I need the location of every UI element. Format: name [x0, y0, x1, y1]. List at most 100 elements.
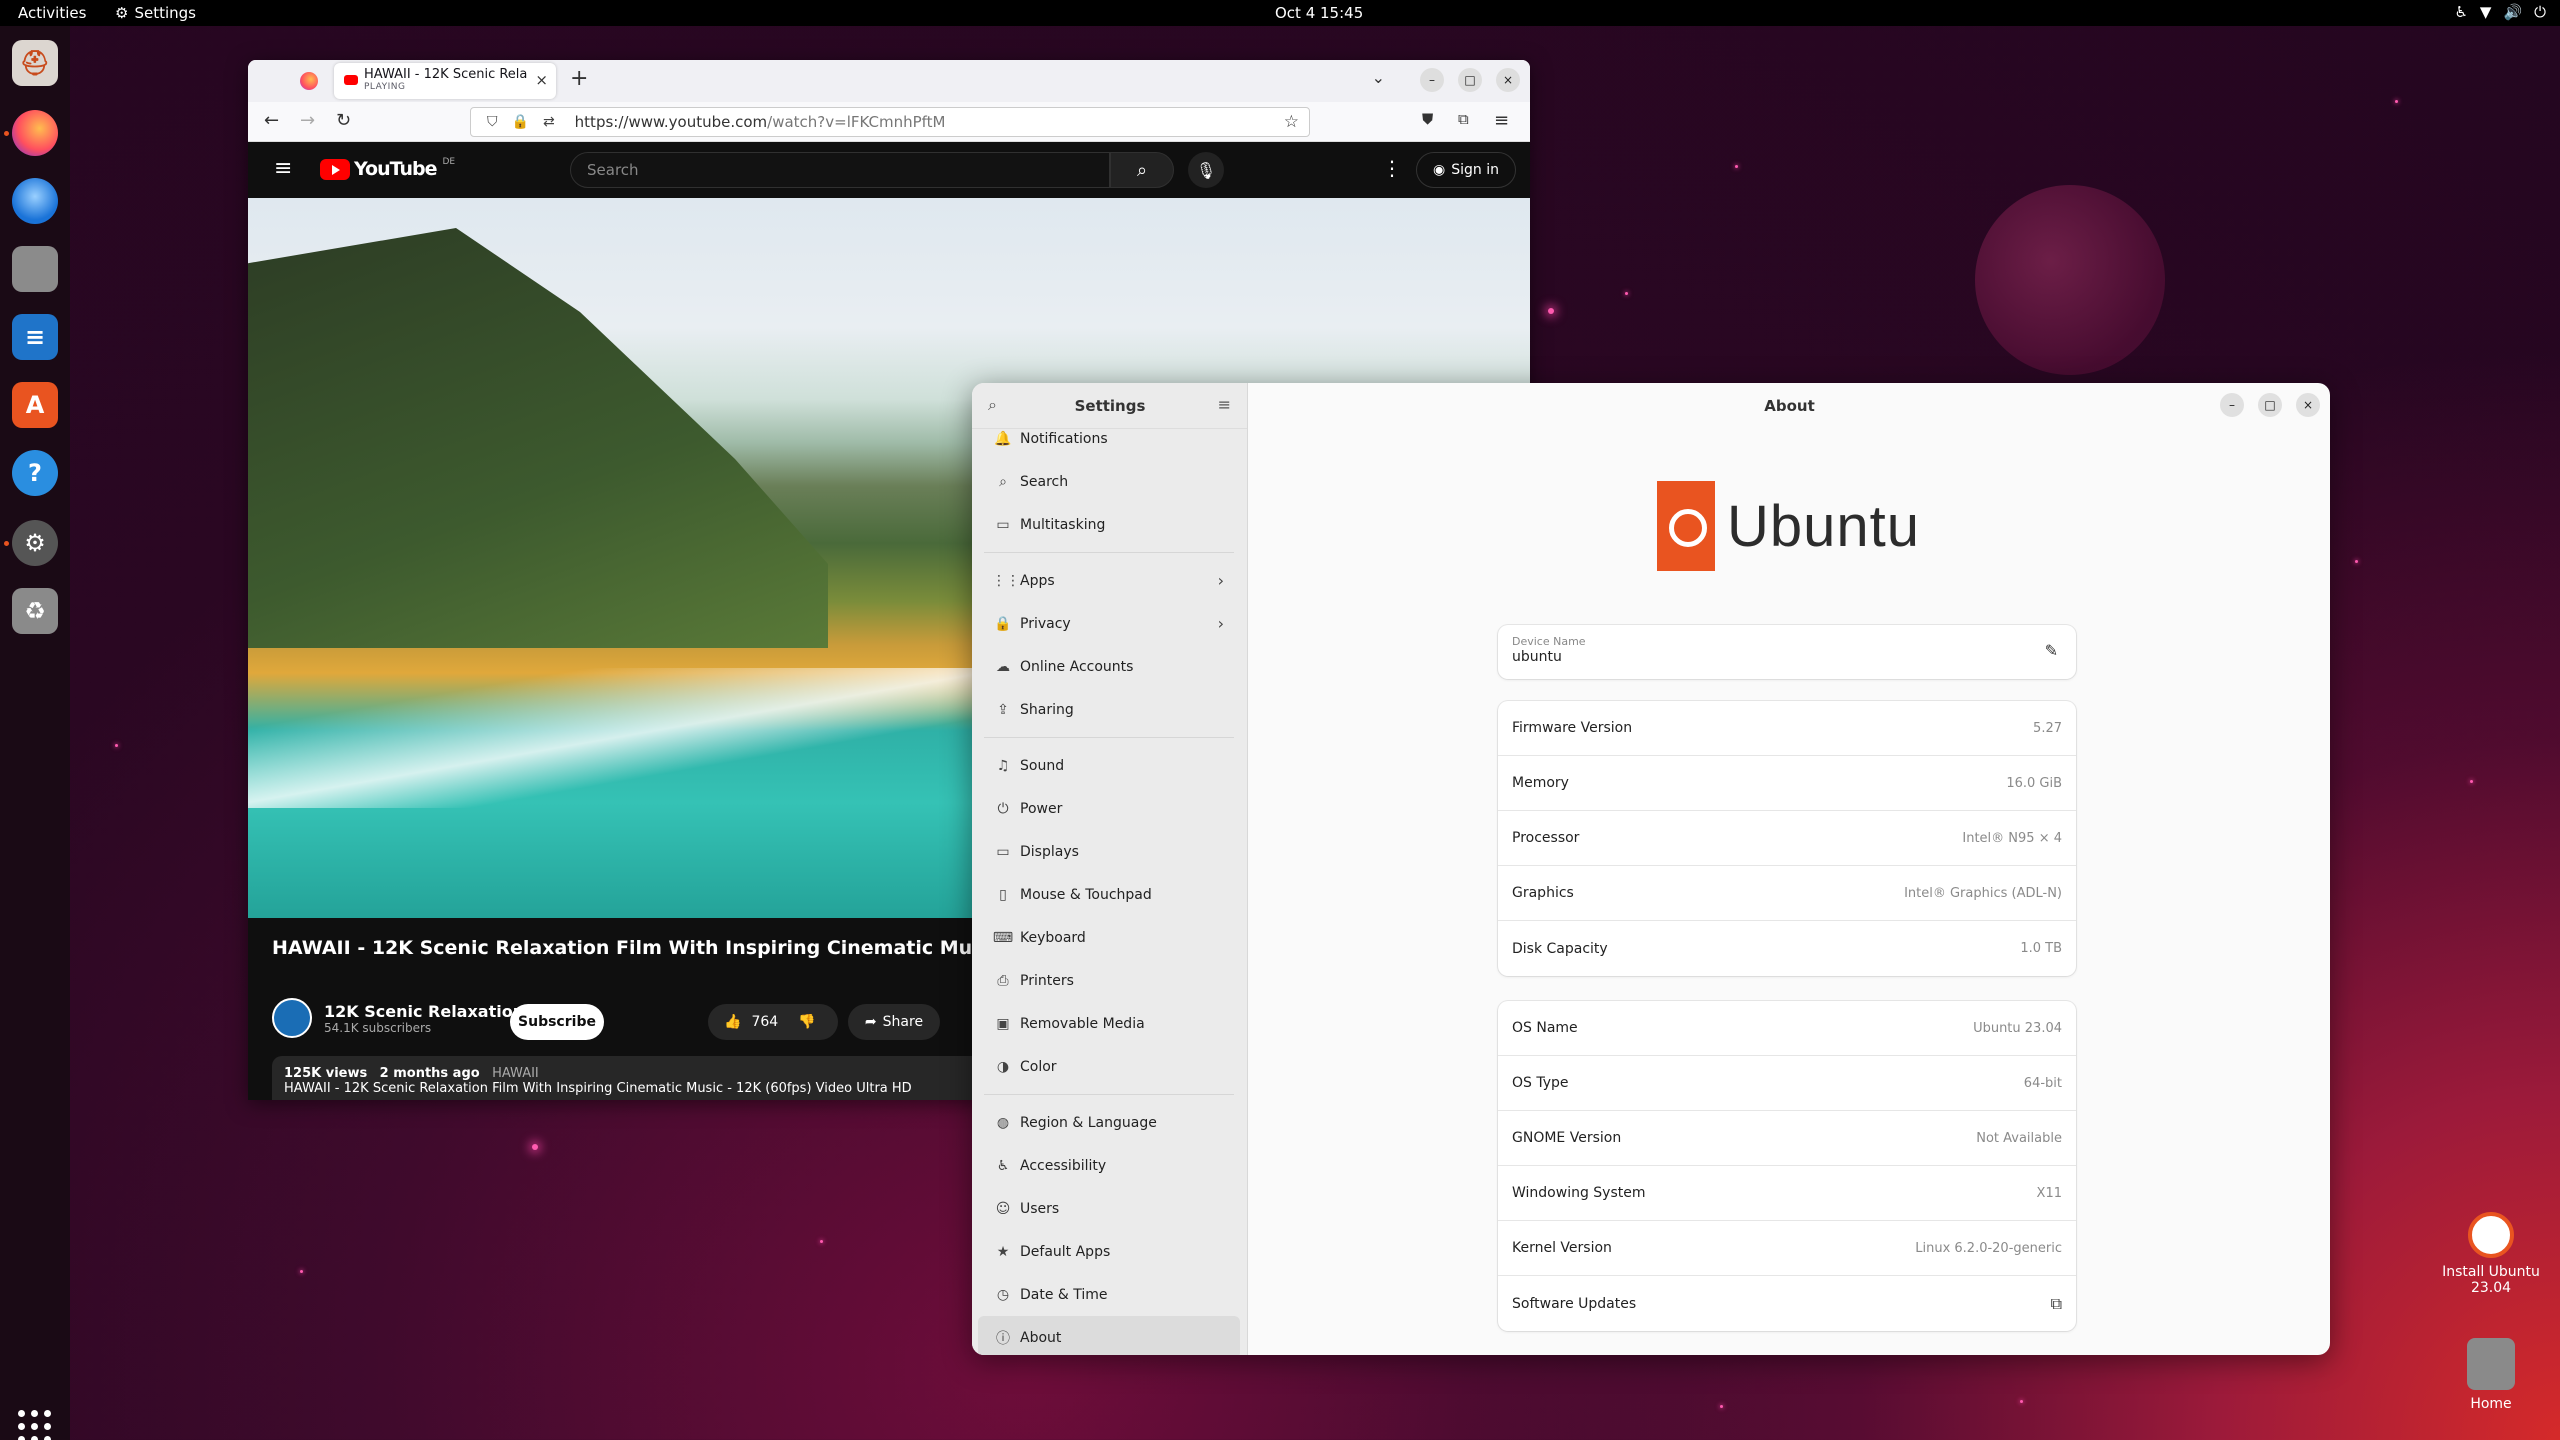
channel-avatar[interactable] — [272, 998, 312, 1038]
permissions-icon[interactable]: ⇄ — [543, 114, 555, 130]
help-question-icon[interactable]: ? — [12, 450, 58, 496]
app-menu[interactable]: ⚙ Settings — [115, 4, 196, 22]
wallpaper-star — [2470, 780, 2473, 783]
sidebar-item-online-accounts[interactable]: ☁ Online Accounts — [978, 645, 1240, 688]
sidebar-item-multitasking[interactable]: ▭ Multitasking — [978, 503, 1240, 546]
sidebar-item-default-apps[interactable]: ★ Default Apps — [978, 1230, 1240, 1273]
maximize-button[interactable]: □ — [1458, 68, 1482, 92]
menu-icon[interactable]: ≡ — [1218, 395, 1231, 414]
extensions-icon[interactable]: ⧉ — [1458, 110, 1469, 128]
settings-gear-icon[interactable]: ⚙ — [12, 520, 58, 566]
thumbs-down-icon[interactable]: 👎 — [798, 1014, 815, 1030]
sidebar-item-keyboard[interactable]: ⌨ Keyboard — [978, 916, 1240, 959]
firefox-view-icon[interactable] — [300, 72, 318, 90]
sidebar-item-privacy[interactable]: 🔒 Privacy › — [978, 602, 1240, 645]
subscribe-button[interactable]: Subscribe — [510, 1004, 604, 1040]
sign-in-button[interactable]: ◉ Sign in — [1416, 152, 1516, 188]
device-name-row[interactable]: Device Name ubuntu ✎ — [1498, 625, 2076, 679]
close-button[interactable]: × — [2296, 393, 2320, 417]
tab-youtube[interactable]: HAWAII - 12K Scenic Rela PLAYING × — [334, 63, 556, 99]
tab-title: HAWAII - 12K Scenic Rela — [364, 67, 528, 82]
running-indicator — [4, 131, 9, 136]
hamburger-menu-icon[interactable]: ≡ — [1494, 110, 1509, 131]
sidebar-item-label: Mouse & Touchpad — [1020, 886, 1152, 903]
more-options-icon[interactable]: ⋮ — [1382, 156, 1402, 180]
trash-icon[interactable]: ♻ — [12, 588, 58, 634]
info-value: 5.27 — [2033, 720, 2062, 736]
thunderbird-icon[interactable] — [12, 178, 58, 224]
tab-status: PLAYING — [364, 82, 406, 92]
sidebar-item-removable-media[interactable]: ▣ Removable Media — [978, 1002, 1240, 1045]
clock[interactable]: Oct 4 15:45 — [1275, 4, 1363, 22]
info-label: Processor — [1512, 830, 1580, 846]
menu-icon[interactable]: ≡ — [274, 156, 292, 181]
search-button[interactable]: ⌕ — [1110, 152, 1174, 188]
edit-pencil-icon[interactable]: ✎ — [2045, 641, 2058, 660]
sidebar-item-date-time[interactable]: ◷ Date & Time — [978, 1273, 1240, 1316]
bookmark-star-icon[interactable]: ☆ — [1284, 112, 1299, 132]
app-center-icon[interactable]: A — [12, 382, 58, 428]
info-value: Ubuntu 23.04 — [1973, 1020, 2062, 1036]
sidebar-item-label: Privacy — [1020, 615, 1071, 632]
wallpaper-star — [1548, 308, 1554, 314]
lock-icon[interactable]: 🔒 — [512, 114, 529, 130]
help-icon[interactable]: ⛑ — [12, 40, 58, 86]
maximize-button[interactable]: □ — [2258, 393, 2282, 417]
info-row-software-updates[interactable]: Software Updates ⧉ — [1498, 1276, 2076, 1331]
reload-icon[interactable]: ↻ — [336, 110, 351, 131]
sidebar-item-sound[interactable]: ♫ Sound — [978, 744, 1240, 787]
firefox-icon[interactable] — [12, 110, 58, 156]
sidebar-item-label: Color — [1020, 1058, 1057, 1075]
close-button[interactable]: × — [1496, 68, 1520, 92]
info-row-os-type: OS Type 64-bit — [1498, 1056, 2076, 1111]
files-icon[interactable] — [12, 246, 58, 292]
youtube-logo[interactable]: YouTube DE — [320, 157, 455, 180]
minimize-button[interactable]: – — [1420, 68, 1444, 92]
search-input[interactable]: Search — [570, 152, 1110, 188]
list-tabs-icon[interactable]: ⌄ — [1372, 68, 1385, 87]
sidebar-item-region-language[interactable]: ◍ Region & Language — [978, 1101, 1240, 1144]
pocket-icon[interactable]: ⛊ — [1422, 110, 1433, 128]
minimize-button[interactable]: – — [2220, 393, 2244, 417]
info-row-os-name: OS Name Ubuntu 23.04 — [1498, 1001, 2076, 1056]
sidebar-item-apps[interactable]: ⋮⋮ Apps › — [978, 559, 1240, 602]
sidebar-item-notifications[interactable]: 🔔 Notifications — [978, 417, 1240, 460]
voice-search-button[interactable]: 🎙 — [1188, 152, 1224, 188]
like-button[interactable]: 👍 764 👎 — [708, 1004, 838, 1040]
url-bar[interactable]: ⛉ 🔒 ⇄ https://www.youtube.com /watch?v=l… — [470, 107, 1310, 137]
youtube-logo-text: YouTube — [354, 158, 437, 180]
sidebar-item-printers[interactable]: ⎙ Printers — [978, 959, 1240, 1002]
sidebar-item-about[interactable]: ⓘ About — [978, 1316, 1240, 1355]
activities-button[interactable]: Activities — [18, 4, 86, 22]
view-count: 125K views — [284, 1066, 368, 1081]
info-value: Intel® N95 × 4 — [1962, 830, 2062, 846]
star-icon: ★ — [996, 1243, 1010, 1260]
info-row-graphics: Graphics Intel® Graphics (ADL-N) — [1498, 866, 2076, 921]
back-icon[interactable]: ← — [264, 110, 279, 131]
sidebar-item-color[interactable]: ◑ Color — [978, 1045, 1240, 1088]
clock-icon: ◷ — [996, 1286, 1010, 1303]
install-ubuntu-desktop-icon[interactable]: Install Ubuntu 23.04 — [2436, 1212, 2546, 1296]
new-tab-button[interactable]: + — [570, 66, 588, 91]
show-apps-icon[interactable] — [18, 1410, 52, 1440]
sidebar-item-accessibility[interactable]: ♿ Accessibility — [978, 1144, 1240, 1187]
writer-icon[interactable]: ≡ — [12, 314, 58, 360]
external-link-icon[interactable]: ⧉ — [2051, 1294, 2062, 1314]
sidebar-item-users[interactable]: ☺ Users — [978, 1187, 1240, 1230]
window-controls: – □ × — [1420, 68, 1520, 92]
sidebar-item-search[interactable]: ⌕ Search — [978, 460, 1240, 503]
channel-name[interactable]: 12K Scenic Relaxation — [324, 1002, 524, 1021]
shield-icon[interactable]: ⛉ — [487, 114, 498, 130]
sidebar-item-mouse-touchpad[interactable]: ▯ Mouse & Touchpad — [978, 873, 1240, 916]
hashtag[interactable]: HAWAII — [492, 1066, 539, 1081]
accessibility-icon[interactable]: ♿ — [2454, 3, 2467, 21]
system-tray[interactable]: ♿ ▼ 🔊 ⏻ — [2454, 3, 2546, 21]
info-value: 1.0 TB — [2020, 941, 2062, 956]
sidebar-item-displays[interactable]: ▭ Displays — [978, 830, 1240, 873]
sidebar-item-power[interactable]: ⏻ Power — [978, 787, 1240, 830]
share-button[interactable]: ➦ Share — [848, 1004, 940, 1040]
forward-icon[interactable]: → — [300, 110, 315, 131]
sidebar-item-sharing[interactable]: ⇪ Sharing — [978, 688, 1240, 731]
close-tab-icon[interactable]: × — [535, 71, 548, 89]
home-desktop-icon[interactable]: Home — [2436, 1338, 2546, 1412]
